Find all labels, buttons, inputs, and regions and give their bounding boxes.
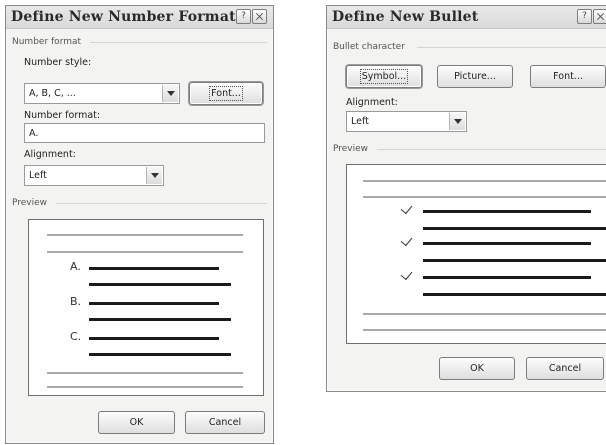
font-button[interactable]: Font... (530, 65, 606, 88)
number-style-value: A, B, C, ... (29, 88, 76, 99)
help-icon[interactable]: ? (236, 9, 251, 24)
preview-line (423, 227, 606, 230)
ok-button-label: OK (129, 417, 144, 428)
define-new-bullet-dialog: Define New Bullet ? Bullet character Sym… (326, 5, 606, 392)
section-divider (90, 42, 267, 43)
symbol-button-label: Symbol... (359, 69, 409, 84)
preview-line (89, 283, 231, 286)
font-button-label: Font... (209, 86, 243, 101)
preview-pane: A. B. C. (28, 219, 264, 396)
section-divider (417, 47, 606, 48)
chevron-down-icon[interactable] (162, 85, 178, 102)
help-icon[interactable]: ? (577, 9, 592, 24)
alignment-value: Left (29, 170, 47, 181)
section-label-bullet-character: Bullet character (333, 42, 405, 52)
alignment-label: Alignment: (346, 97, 398, 108)
preview-line (89, 353, 231, 356)
preview-line (423, 276, 591, 279)
number-format-input[interactable]: A. (24, 123, 265, 143)
font-button[interactable]: Font... (189, 82, 263, 105)
cancel-button[interactable]: Cancel (526, 357, 604, 380)
preview-line (423, 242, 591, 245)
preview-line (89, 267, 219, 270)
number-format-value: A. (29, 128, 39, 139)
cancel-button-label: Cancel (548, 363, 582, 374)
preview-marker: B. (70, 295, 82, 308)
section-label-preview: Preview (12, 198, 48, 208)
section-label-number-format: Number format (12, 37, 82, 47)
alignment-label: Alignment: (24, 149, 76, 160)
symbol-button[interactable]: Symbol... (346, 65, 422, 88)
section-label-preview: Preview (333, 144, 369, 154)
preview-line (363, 313, 606, 315)
preview-line (363, 329, 606, 331)
section-divider (56, 203, 267, 204)
number-style-label: Number style: (24, 57, 92, 68)
title-bar: Define New Number Format ? (6, 6, 273, 29)
close-icon[interactable] (593, 9, 606, 24)
preview-group: Preview (12, 198, 267, 208)
preview-line (423, 293, 606, 296)
dialog-title: Define New Number Format (11, 9, 236, 25)
section-divider (377, 149, 606, 150)
preview-line (363, 180, 606, 182)
preview-marker: A. (70, 260, 81, 273)
chevron-down-icon[interactable] (449, 113, 465, 130)
ok-button-label: OK (470, 363, 484, 374)
picture-button[interactable]: Picture... (437, 65, 513, 88)
close-icon[interactable] (252, 9, 267, 24)
bullet-character-group: Bullet character (333, 42, 606, 52)
dialog-title: Define New Bullet (332, 9, 479, 25)
checkmark-icon (400, 267, 413, 281)
preview-marker: C. (70, 330, 82, 343)
preview-line (89, 337, 219, 340)
number-format-group: Number format (12, 37, 267, 47)
preview-line (89, 318, 231, 321)
alignment-select[interactable]: Left (346, 111, 467, 132)
alignment-value: Left (351, 116, 369, 127)
checkmark-icon (400, 201, 413, 215)
preview-line (47, 234, 243, 236)
preview-group: Preview (333, 144, 606, 154)
cancel-button-label: Cancel (208, 417, 242, 428)
ok-button[interactable]: OK (439, 357, 515, 380)
preview-pane (346, 164, 606, 344)
define-new-number-format-dialog: Define New Number Format ? Number format… (5, 5, 274, 444)
preview-line (423, 259, 606, 262)
ok-button[interactable]: OK (98, 411, 175, 434)
number-format-label: Number format: (24, 110, 101, 121)
preview-line (47, 251, 243, 253)
chevron-down-icon[interactable] (146, 167, 162, 184)
number-style-select[interactable]: A, B, C, ... (24, 83, 180, 104)
preview-line (363, 196, 606, 198)
preview-line (47, 372, 243, 374)
preview-line (89, 302, 219, 305)
preview-line (423, 210, 591, 213)
preview-line (47, 386, 243, 388)
font-button-label: Font... (553, 71, 583, 82)
checkmark-icon (400, 233, 413, 247)
title-bar: Define New Bullet ? (327, 6, 606, 29)
picture-button-label: Picture... (454, 71, 496, 82)
cancel-button[interactable]: Cancel (185, 411, 265, 434)
alignment-select[interactable]: Left (24, 165, 164, 186)
